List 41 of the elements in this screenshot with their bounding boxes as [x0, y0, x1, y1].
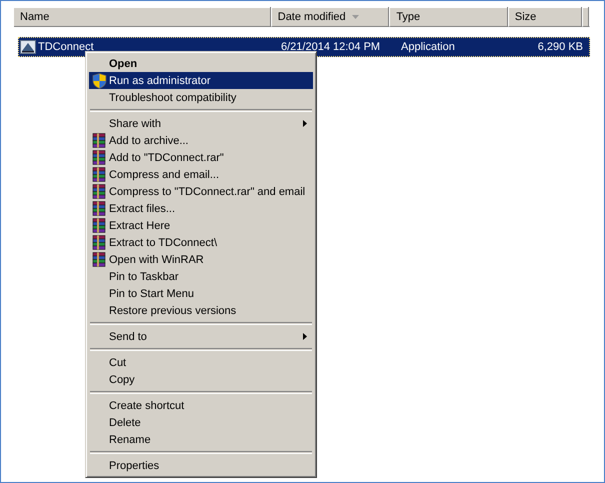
type-cell-text: Application	[400, 41, 456, 53]
menu-item[interactable]: Extract files...	[89, 200, 313, 217]
menu-item[interactable]: Add to archive...	[89, 132, 313, 149]
size-cell-text: 6,290 KB	[536, 41, 583, 53]
menu-item[interactable]: Restore previous versions	[89, 302, 313, 319]
menu-item[interactable]: Troubleshoot compatibility	[89, 89, 313, 106]
books-icon	[92, 235, 106, 250]
menu-item[interactable]: Extract Here	[89, 217, 313, 234]
menu-item[interactable]: Pin to Taskbar	[89, 268, 313, 285]
books-icon	[92, 150, 106, 165]
menu-item[interactable]: Extract to TDConnect\	[89, 234, 313, 251]
empty-column-header	[583, 7, 590, 27]
menu-item[interactable]: Copy	[89, 371, 313, 388]
menu-item[interactable]: Delete	[89, 414, 313, 431]
menu-item[interactable]: Compress and email...	[89, 166, 313, 183]
books-icon	[92, 133, 106, 148]
menu-item[interactable]: Compress to "TDConnect.rar" and email	[89, 183, 313, 200]
menu-item[interactable]: Rename	[89, 431, 313, 448]
books-icon	[92, 252, 106, 267]
menu-item[interactable]: Send to	[89, 328, 313, 345]
column-header[interactable]: Type	[390, 7, 509, 27]
menu-item[interactable]: Properties	[89, 457, 313, 474]
books-icon	[92, 184, 106, 199]
menu-item[interactable]: Pin to Start Menu	[89, 285, 313, 302]
menu-item[interactable]: Open	[89, 55, 313, 72]
column-header[interactable]: Size	[508, 7, 583, 27]
app-icon	[20, 39, 36, 55]
menu-item[interactable]: Cut	[89, 354, 313, 371]
books-icon	[92, 167, 106, 182]
file-name: TDConnect	[38, 41, 94, 53]
column-header[interactable]: Name	[14, 7, 272, 27]
menu-item[interactable]: Run as administrator	[89, 72, 313, 89]
books-icon	[92, 201, 106, 216]
menu-item[interactable]: Open with WinRAR	[89, 251, 313, 268]
date-cell-text: 6/21/2014 12:04 PM	[280, 41, 382, 53]
menu-item[interactable]: Create shortcut	[89, 397, 313, 414]
menu-item[interactable]: Share with	[89, 115, 313, 132]
menu-item[interactable]: Add to "TDConnect.rar"	[89, 149, 313, 166]
shield-icon	[92, 72, 106, 88]
column-header[interactable]: Date modified	[272, 7, 390, 27]
books-icon	[92, 218, 106, 233]
